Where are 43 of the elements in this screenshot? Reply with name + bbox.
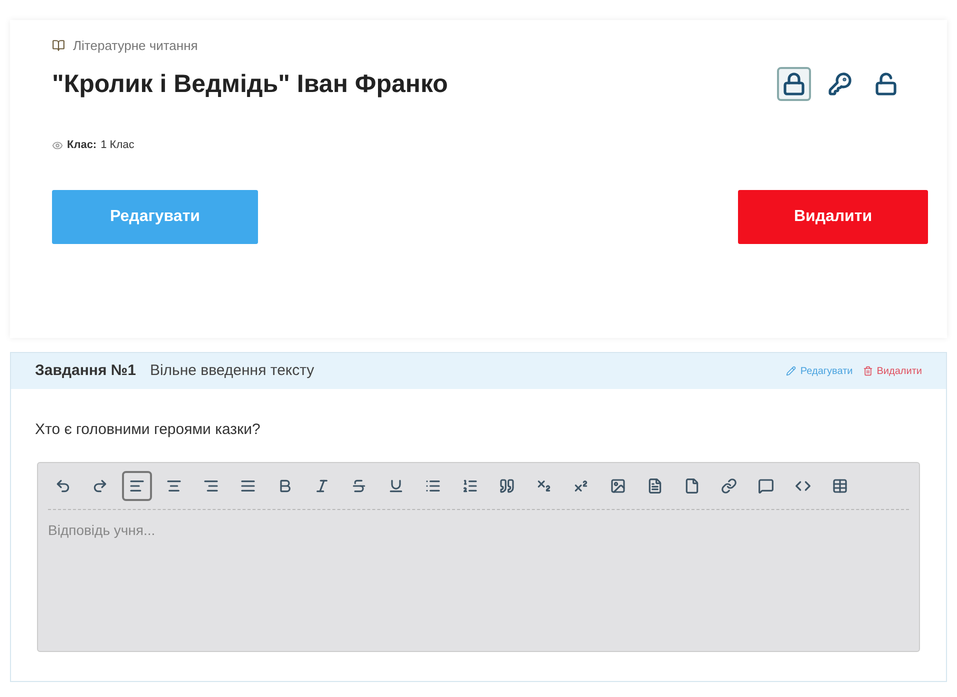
- task-number: Завдання №1: [35, 360, 136, 381]
- align-left-icon: [129, 478, 145, 494]
- file-icon: [684, 478, 700, 494]
- pencil-icon: [786, 366, 796, 376]
- italic-icon: [314, 478, 330, 494]
- superscript-icon: [573, 478, 589, 494]
- align-center-icon: [166, 478, 182, 494]
- class-value: 1 Клас: [100, 138, 134, 153]
- redo-icon: [92, 478, 108, 494]
- answer-editor[interactable]: Відповідь учня...: [37, 462, 920, 652]
- comment-icon: [758, 478, 774, 494]
- delete-button[interactable]: Видалити: [738, 190, 928, 244]
- link-icon: [721, 478, 737, 494]
- justify-icon: [240, 478, 256, 494]
- numbered-list-icon: [462, 478, 478, 494]
- table-icon: [832, 478, 848, 494]
- answer-field[interactable]: Відповідь учня...: [48, 520, 909, 540]
- bullet-list-icon: [425, 478, 441, 494]
- subject-label: Літературне читання: [73, 37, 198, 55]
- lock-icon: [782, 72, 806, 96]
- image-icon: [610, 478, 626, 494]
- align-left-tool[interactable]: [122, 470, 152, 500]
- align-right-icon: [203, 478, 219, 494]
- key-icon: [828, 72, 852, 96]
- lock-button[interactable]: [777, 67, 811, 102]
- edit-button[interactable]: Редагувати: [52, 190, 258, 244]
- lesson-title: "Кролик і Ведмідь" Іван Франко: [52, 68, 448, 100]
- undo-icon: [55, 478, 71, 494]
- task-delete-link[interactable]: Видалити: [862, 364, 922, 378]
- class-label: Клас:: [67, 138, 97, 153]
- trash-icon: [862, 366, 873, 376]
- strikethrough-icon: [351, 478, 367, 494]
- book-icon: [52, 39, 65, 52]
- task-type: Вільне введення тексту: [150, 360, 314, 381]
- document-icon: [647, 478, 663, 494]
- subscript-icon: [536, 478, 552, 494]
- bold-icon: [277, 478, 293, 494]
- underline-icon: [388, 478, 404, 494]
- eye-icon: [52, 140, 63, 151]
- unlock-icon: [874, 72, 898, 96]
- quote-icon: [499, 478, 515, 494]
- task-edit-link[interactable]: Редагувати: [786, 364, 853, 378]
- question-text: Хто є головними героями казки?: [34, 420, 262, 440]
